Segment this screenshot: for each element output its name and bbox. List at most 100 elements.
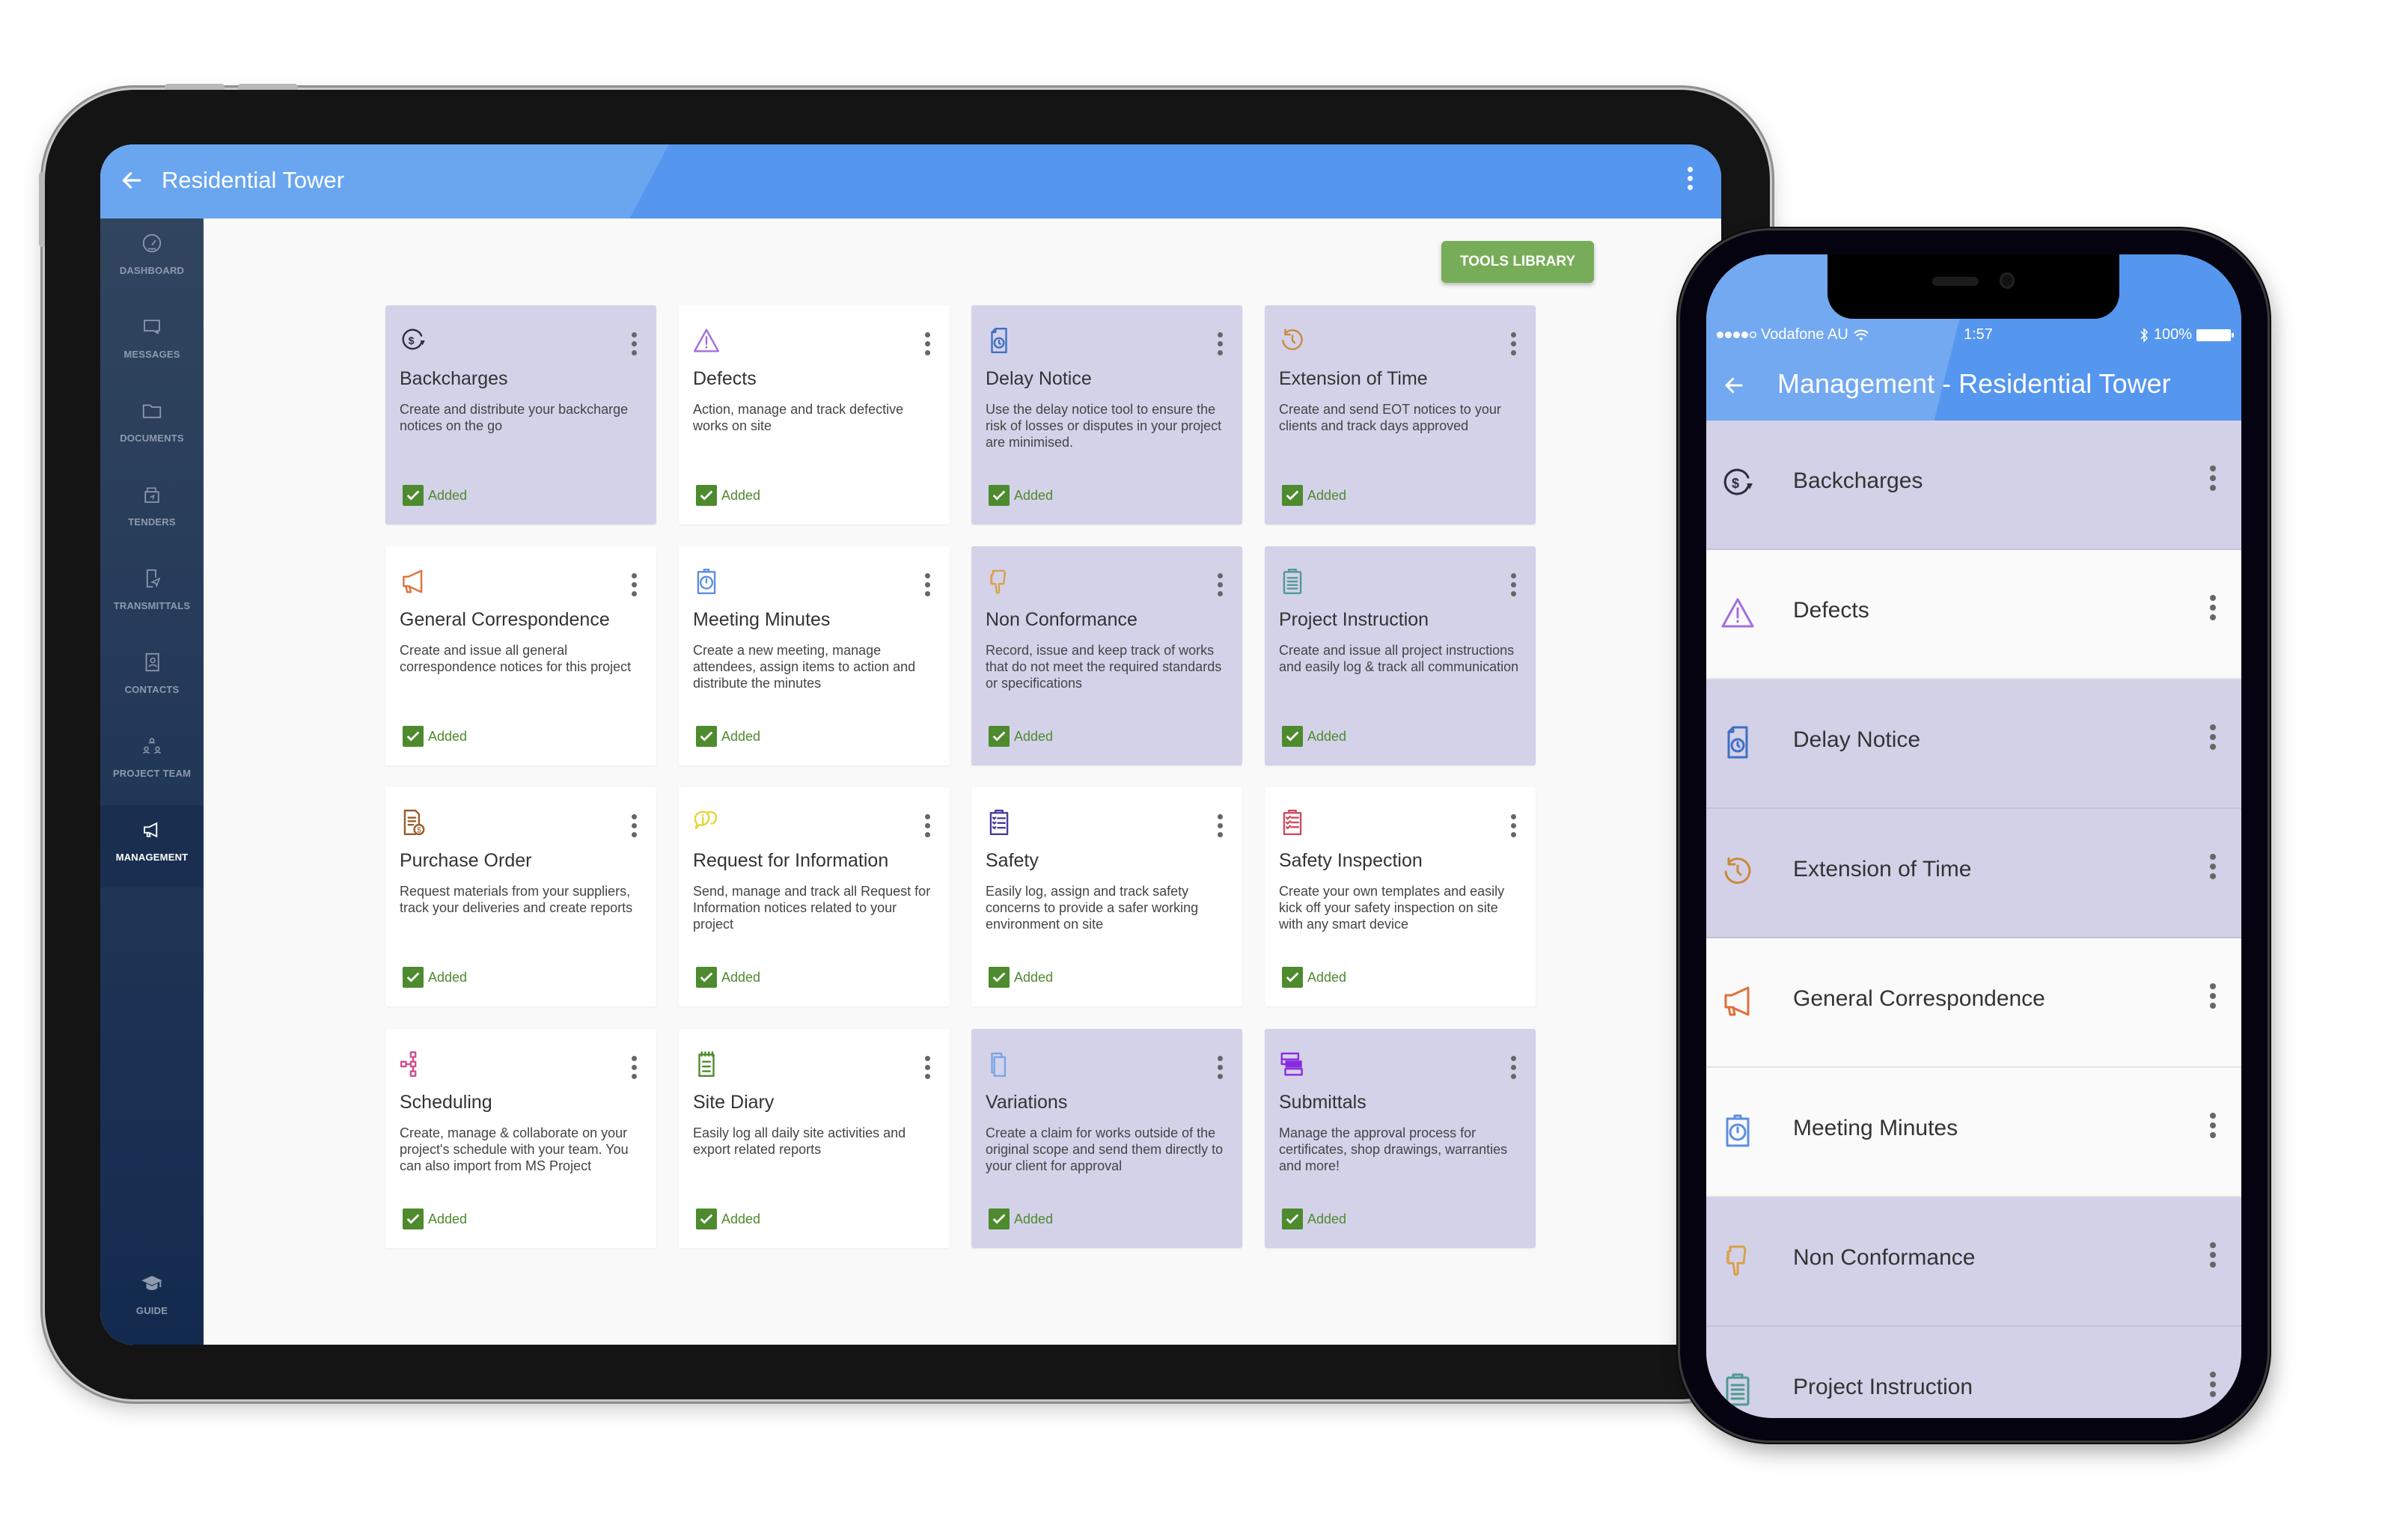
more-vertical-icon[interactable] xyxy=(925,814,930,837)
sidebar-item-tenders[interactable]: TENDERS xyxy=(100,470,204,552)
checkbox-checked-icon[interactable] xyxy=(696,726,717,747)
more-vertical-icon[interactable] xyxy=(2210,724,2216,750)
checkbox-checked-icon[interactable] xyxy=(1282,1209,1303,1229)
checkbox-checked-icon[interactable] xyxy=(989,726,1010,747)
tool-card[interactable]: Delay Notice Use the delay notice tool t… xyxy=(971,305,1242,525)
more-vertical-icon[interactable] xyxy=(2210,1242,2216,1268)
checkbox-checked-icon[interactable] xyxy=(989,485,1010,506)
checkbox-checked-icon[interactable] xyxy=(696,967,717,988)
more-vertical-icon[interactable] xyxy=(1511,814,1516,837)
sidebar-item-documents[interactable]: DOCUMENTS xyxy=(100,386,204,468)
tool-card[interactable]: Scheduling Create, manage & collaborate … xyxy=(385,1029,656,1248)
arrow-left-icon[interactable] xyxy=(1723,374,1745,397)
added-status[interactable]: Added xyxy=(403,485,467,506)
more-vertical-icon[interactable] xyxy=(925,1056,930,1079)
tool-card[interactable]: Safety Easily log, assign and track safe… xyxy=(971,787,1242,1006)
added-status[interactable]: Added xyxy=(403,726,467,747)
tool-card[interactable]: $ Backcharges Create and distribute your… xyxy=(385,305,656,525)
bluetooth-icon xyxy=(2139,327,2149,343)
status-label: Added xyxy=(721,487,761,503)
more-vertical-icon[interactable] xyxy=(632,814,637,837)
sidebar-item-management[interactable]: MANAGEMENT xyxy=(100,805,204,887)
list-item[interactable]: Delay Notice xyxy=(1706,679,2241,809)
more-vertical-icon[interactable] xyxy=(1218,814,1223,837)
sidebar-item-label: DOCUMENTS xyxy=(120,433,184,444)
tool-card[interactable]: Variations Create a claim for works outs… xyxy=(971,1029,1242,1248)
sidebar-item-guide[interactable]: GUIDE xyxy=(100,1259,204,1341)
sidebar-item-label: MESSAGES xyxy=(123,349,180,360)
added-status[interactable]: Added xyxy=(696,485,760,506)
checkbox-checked-icon[interactable] xyxy=(403,485,424,506)
list-item[interactable]: Meeting Minutes xyxy=(1706,1068,2241,1197)
more-vertical-icon[interactable] xyxy=(1218,573,1223,596)
checkbox-checked-icon[interactable] xyxy=(989,1209,1010,1229)
more-vertical-icon[interactable] xyxy=(2210,854,2216,879)
list-item[interactable]: $ Backcharges xyxy=(1706,421,2241,550)
card-description: Create your own templates and easily kic… xyxy=(1279,884,1505,932)
tool-card[interactable]: Extension of Time Create and send EOT no… xyxy=(1265,305,1536,525)
more-vertical-icon[interactable] xyxy=(632,1056,637,1079)
card-description: Easily log all daily site activities and… xyxy=(693,1125,906,1157)
checkbox-checked-icon[interactable] xyxy=(403,1209,424,1229)
tool-card[interactable]: Request for Information Send, manage and… xyxy=(679,787,950,1006)
list-item[interactable]: General Correspondence xyxy=(1706,938,2241,1068)
more-vertical-icon[interactable] xyxy=(1511,332,1516,355)
added-status[interactable]: Added xyxy=(696,967,760,988)
checkbox-checked-icon[interactable] xyxy=(403,726,424,747)
added-status[interactable]: Added xyxy=(403,967,467,988)
checkbox-checked-icon[interactable] xyxy=(696,485,717,506)
more-vertical-icon[interactable] xyxy=(925,573,930,596)
more-vertical-icon[interactable] xyxy=(1511,573,1516,596)
added-status[interactable]: Added xyxy=(989,726,1053,747)
tool-card[interactable]: Meeting Minutes Create a new meeting, ma… xyxy=(679,546,950,766)
checkbox-checked-icon[interactable] xyxy=(696,1209,717,1229)
added-status[interactable]: Added xyxy=(696,726,760,747)
tool-card[interactable]: General Correspondence Create and issue … xyxy=(385,546,656,766)
tool-card[interactable]: Site Diary Easily log all daily site act… xyxy=(679,1029,950,1248)
list-item[interactable]: Defects xyxy=(1706,550,2241,679)
more-vertical-icon[interactable] xyxy=(2210,1113,2216,1138)
sidebar-item-messages[interactable]: MESSAGES xyxy=(100,302,204,385)
checkbox-checked-icon[interactable] xyxy=(989,967,1010,988)
more-vertical-icon[interactable] xyxy=(2210,465,2216,491)
checkbox-checked-icon[interactable] xyxy=(1282,726,1303,747)
more-vertical-icon[interactable] xyxy=(925,332,930,355)
list-item[interactable]: Non Conformance xyxy=(1706,1197,2241,1327)
more-vertical-icon[interactable] xyxy=(1218,1056,1223,1079)
arrow-left-icon[interactable] xyxy=(120,168,144,192)
card-title: Extension of Time xyxy=(1279,368,1428,389)
added-status[interactable]: Added xyxy=(1282,485,1346,506)
added-status[interactable]: Added xyxy=(1282,967,1346,988)
added-status[interactable]: Added xyxy=(403,1209,467,1229)
sidebar-item-project-team[interactable]: PROJECT TEAM xyxy=(100,721,204,804)
checkbox-checked-icon[interactable] xyxy=(1282,967,1303,988)
more-vertical-icon[interactable] xyxy=(2210,595,2216,620)
checkbox-checked-icon[interactable] xyxy=(403,967,424,988)
tool-card[interactable]: Submittals Manage the approval process f… xyxy=(1265,1029,1536,1248)
sidebar-item-dashboard[interactable]: DASHBOARD xyxy=(100,219,204,301)
more-vertical-icon[interactable] xyxy=(2210,1372,2216,1397)
checkbox-checked-icon[interactable] xyxy=(1282,485,1303,506)
more-vertical-icon[interactable] xyxy=(2210,983,2216,1009)
sidebar-item-transmittals[interactable]: TRANSMITTALS xyxy=(100,554,204,636)
list-item[interactable]: Extension of Time xyxy=(1706,809,2241,938)
added-status[interactable]: Added xyxy=(989,485,1053,506)
tool-card[interactable]: Non Conformance Record, issue and keep t… xyxy=(971,546,1242,766)
added-status[interactable]: Added xyxy=(989,967,1053,988)
added-status[interactable]: Added xyxy=(989,1209,1053,1229)
added-status[interactable]: Added xyxy=(1282,726,1346,747)
more-vertical-icon[interactable] xyxy=(1218,332,1223,355)
added-status[interactable]: Added xyxy=(1282,1209,1346,1229)
added-status[interactable]: Added xyxy=(696,1209,760,1229)
list-item[interactable]: Project Instruction xyxy=(1706,1327,2241,1418)
tool-card[interactable]: Project Instruction Create and issue all… xyxy=(1265,546,1536,766)
tool-card[interactable]: Safety Inspection Create your own templa… xyxy=(1265,787,1536,1006)
tools-library-button[interactable]: TOOLS LIBRARY xyxy=(1441,241,1594,283)
sidebar-item-contacts[interactable]: CONTACTS xyxy=(100,638,204,720)
more-vertical-icon[interactable] xyxy=(632,573,637,596)
more-vertical-icon[interactable] xyxy=(1685,167,1694,197)
tool-card[interactable]: $ Purchase Order Request materials from … xyxy=(385,787,656,1006)
tool-card[interactable]: Defects Action, manage and track defecti… xyxy=(679,305,950,525)
more-vertical-icon[interactable] xyxy=(632,332,637,355)
more-vertical-icon[interactable] xyxy=(1511,1056,1516,1079)
